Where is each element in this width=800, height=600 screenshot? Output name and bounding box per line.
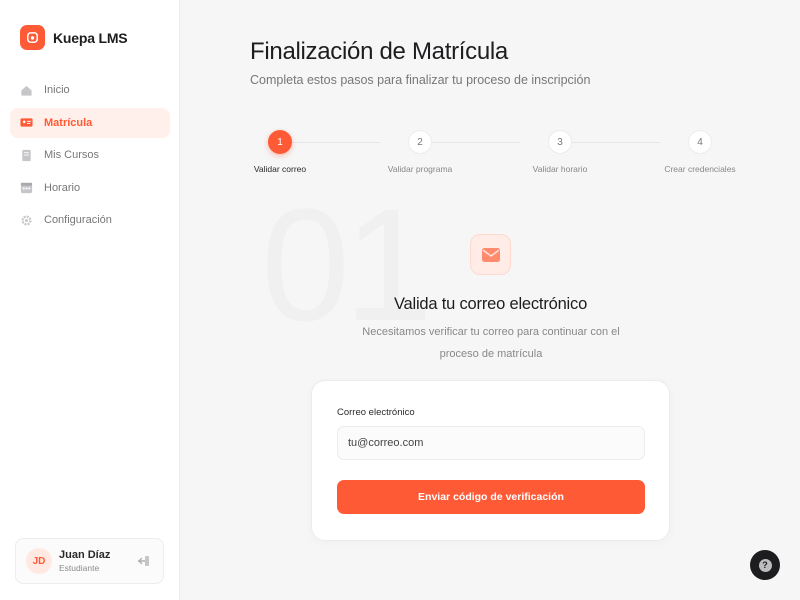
brand[interactable]: Kuepa LMS bbox=[20, 25, 128, 50]
sidebar-item-label: Configuración bbox=[44, 214, 112, 226]
stepper: 1 Validar correo 2 Validar programa 3 Va… bbox=[250, 130, 750, 180]
email-label: Correo electrónico bbox=[337, 407, 415, 418]
user-info: Juan Díaz Estudiante bbox=[59, 549, 110, 573]
mail-icon bbox=[470, 234, 511, 275]
step-label: Crear credenciales bbox=[664, 164, 736, 174]
help-icon: ? bbox=[758, 558, 772, 572]
user-card: JD Juan Díaz Estudiante bbox=[15, 538, 164, 584]
sidebar-item-horario[interactable]: Horario bbox=[10, 173, 170, 203]
step-validar-programa[interactable]: 2 Validar programa bbox=[375, 130, 465, 174]
sidebar-item-matricula[interactable]: Matrícula bbox=[10, 107, 170, 138]
step-label: Validar correo bbox=[253, 164, 307, 174]
logout-icon[interactable] bbox=[137, 554, 151, 568]
step-number: 2 bbox=[408, 130, 432, 154]
avatar: JD bbox=[26, 548, 52, 574]
main-content: Finalización de Matrícula Completa estos… bbox=[181, 0, 800, 600]
sidebar-item-mis-cursos[interactable]: Mis Cursos bbox=[10, 140, 170, 170]
sidebar-item-label: Matrícula bbox=[44, 116, 93, 129]
sidebar-nav: Inicio Matrícula Mis Cursos Horario Conf… bbox=[10, 75, 170, 238]
step-number: 1 bbox=[268, 130, 292, 154]
step-validar-horario[interactable]: 3 Validar horario bbox=[515, 130, 605, 174]
step-label: Validar horario bbox=[532, 164, 588, 174]
sidebar-item-label: Mis Cursos bbox=[44, 149, 100, 161]
step-validar-correo[interactable]: 1 Validar correo bbox=[235, 130, 325, 174]
email-input[interactable] bbox=[337, 426, 645, 460]
step-crear-credenciales[interactable]: 4 Crear credenciales bbox=[655, 130, 745, 174]
step-number: 4 bbox=[688, 130, 712, 154]
gear-icon bbox=[20, 214, 33, 227]
page-title: Finalización de Matrícula bbox=[250, 38, 508, 65]
brand-name: Kuepa LMS bbox=[53, 29, 128, 46]
book-icon bbox=[20, 149, 33, 162]
hero-description: Necesitamos verificar tu correo para con… bbox=[362, 326, 620, 360]
step-label: Validar programa bbox=[387, 164, 453, 174]
send-verification-code-button[interactable]: Enviar código de verificación bbox=[337, 480, 645, 514]
home-icon bbox=[20, 84, 33, 97]
id-card-icon bbox=[20, 116, 33, 129]
lms-logo-icon bbox=[20, 25, 45, 50]
step-number: 3 bbox=[548, 130, 572, 154]
user-name: Juan Díaz bbox=[59, 549, 111, 561]
email-verification-form: Correo electrónico Enviar código de veri… bbox=[311, 380, 670, 541]
user-role: Estudiante bbox=[59, 563, 100, 573]
page-subtitle: Completa estos pasos para finalizar tu p… bbox=[250, 73, 591, 87]
sidebar-item-label: Inicio bbox=[44, 84, 70, 96]
hero-title: Valida tu correo electrónico bbox=[393, 295, 588, 313]
help-button[interactable]: ? bbox=[750, 550, 780, 580]
sidebar-item-inicio[interactable]: Inicio bbox=[10, 75, 170, 105]
sidebar: Kuepa LMS Inicio Matrícula Mis Cursos Ho… bbox=[0, 0, 180, 600]
sidebar-item-label: Horario bbox=[44, 181, 81, 194]
sidebar-item-configuracion[interactable]: Configuración bbox=[10, 205, 170, 235]
calendar-icon bbox=[20, 181, 33, 194]
